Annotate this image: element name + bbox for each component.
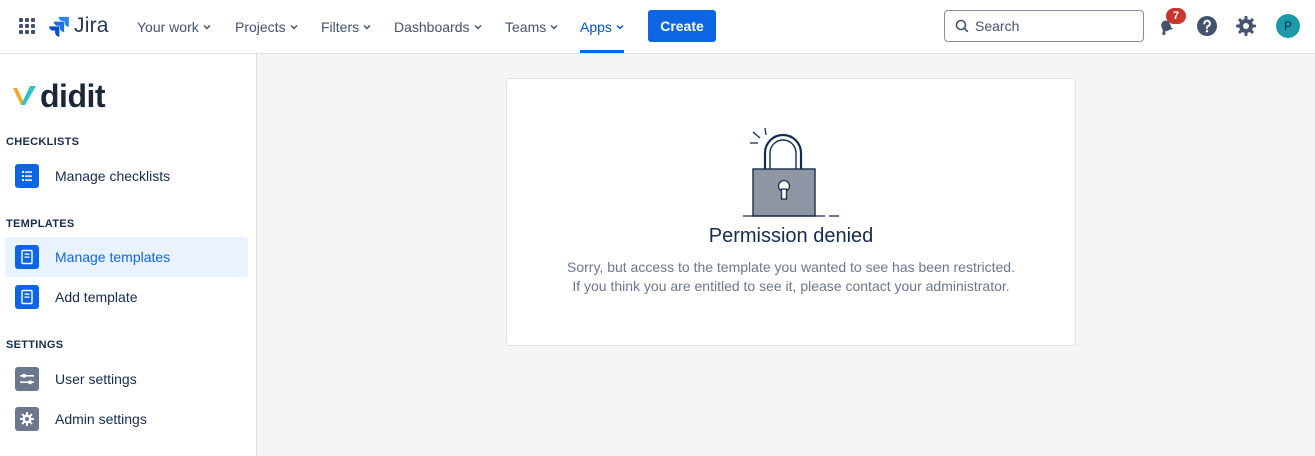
nav-your-work[interactable]: Your work (137, 0, 211, 53)
didit-logo-icon (13, 86, 36, 105)
create-button[interactable]: Create (648, 10, 716, 42)
user-avatar[interactable]: P (1276, 14, 1300, 38)
chevron-down-icon (473, 24, 482, 30)
sidebar-item-label: Add template (55, 289, 138, 305)
chevron-down-icon (290, 24, 298, 30)
permission-denied-hint: If you think you are entitled to see it,… (572, 278, 1010, 294)
chevron-down-icon (203, 24, 211, 30)
nav-apps-label: Apps (580, 18, 612, 35)
sidebar-item-label: Manage checklists (55, 168, 171, 184)
sidebar-item-manage-checklists[interactable]: Manage checklists (5, 156, 248, 196)
permission-denied-title: Permission denied (708, 225, 874, 247)
permission-denied-message: Sorry, but access to the template you wa… (567, 259, 1015, 275)
section-title-templates: TEMPLATES (6, 218, 75, 230)
nav-dashboards-label: Dashboards (394, 18, 470, 35)
sidebar-item-admin-settings[interactable]: Admin settings (5, 399, 248, 439)
settings-gear-icon[interactable] (1234, 14, 1258, 38)
chevron-down-icon (363, 24, 371, 30)
sidebar: didit CHECKLISTS Manage checklists TEMPL… (0, 54, 257, 456)
didit-logo-text: didit (40, 77, 106, 114)
top-navigation: Jira Your work Projects Filters Dashboar… (0, 0, 1315, 54)
jira-logo[interactable]: Jira (48, 14, 109, 38)
nav-filters[interactable]: Filters (321, 0, 371, 53)
sliders-icon (15, 367, 39, 391)
search-input[interactable] (975, 18, 1135, 34)
didit-logo: didit (12, 77, 106, 114)
nav-apps[interactable]: Apps (580, 0, 624, 53)
section-title-settings: SETTINGS (6, 339, 64, 351)
notification-badge: 7 (1166, 8, 1186, 24)
nav-teams[interactable]: Teams (505, 0, 558, 53)
gear-icon (15, 407, 39, 431)
sidebar-item-label: Manage templates (55, 249, 171, 265)
sidebar-item-manage-templates[interactable]: Manage templates (5, 237, 248, 277)
nav-teams-label: Teams (505, 18, 547, 35)
padlock-icon (743, 127, 839, 217)
nav-projects[interactable]: Projects (235, 0, 298, 53)
template-icon (15, 285, 39, 309)
help-icon[interactable] (1195, 14, 1219, 38)
nav-projects-label: Projects (235, 18, 286, 35)
template-icon (15, 245, 39, 269)
jira-logo-text: Jira (74, 14, 109, 37)
sidebar-item-user-settings[interactable]: User settings (5, 359, 248, 399)
main-content: Permission denied Sorry, but access to t… (257, 54, 1315, 456)
search-box[interactable] (944, 10, 1144, 42)
checklist-icon (15, 164, 39, 188)
nav-your-work-label: Your work (137, 18, 199, 35)
sidebar-item-label: User settings (55, 371, 137, 387)
nav-dashboards[interactable]: Dashboards (394, 0, 482, 53)
sidebar-item-label: Admin settings (55, 411, 147, 427)
search-icon (955, 19, 969, 33)
chevron-down-icon (616, 24, 624, 30)
section-title-checklists: CHECKLISTS (6, 136, 80, 148)
app-switcher-icon[interactable] (18, 17, 36, 35)
sidebar-item-add-template[interactable]: Add template (5, 277, 248, 317)
nav-filters-label: Filters (321, 18, 360, 35)
permission-denied-card: Permission denied Sorry, but access to t… (506, 78, 1076, 346)
chevron-down-icon (550, 24, 558, 30)
jira-logo-icon (49, 16, 69, 37)
